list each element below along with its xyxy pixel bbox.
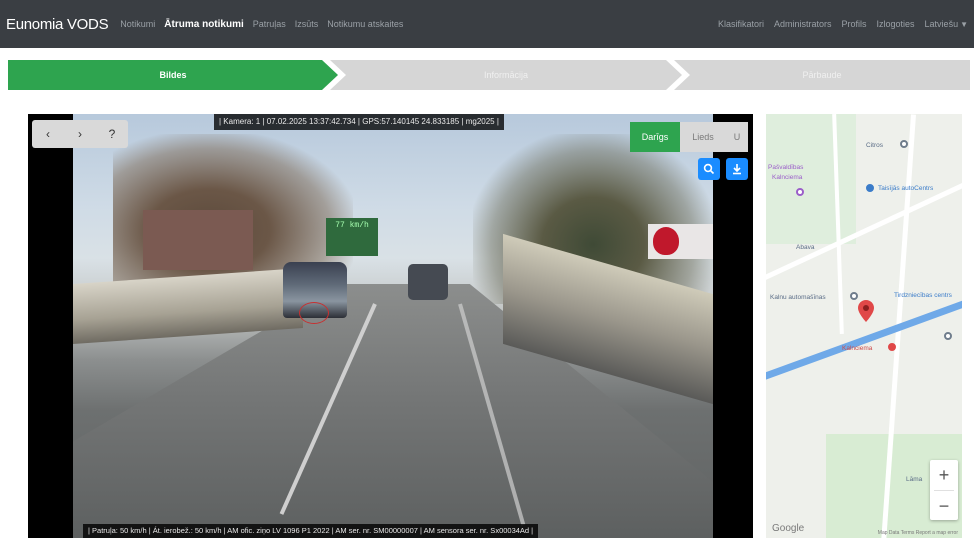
nav-item-atruma-notikumi[interactable]: Ātruma notikumi bbox=[164, 19, 243, 30]
camera-image-viewer[interactable]: 77 km/h | Kamera: 1 | 07.02.2025 13:37:4… bbox=[28, 114, 753, 538]
map-poi-icon bbox=[944, 332, 952, 340]
map-label: Taisījās autoCentrs bbox=[878, 185, 934, 192]
map-label: Tirdzniecības centrs bbox=[894, 292, 952, 299]
nav-item-notikumu-atskaites[interactable]: Notikumu atskaites bbox=[327, 19, 403, 29]
scene-vehicle-other bbox=[408, 264, 448, 300]
map-label: Kalnu automašīnas bbox=[770, 294, 826, 301]
nav-item-izlogoties[interactable]: Izlogoties bbox=[877, 19, 915, 29]
toggle-valid-button[interactable]: Darīgs bbox=[630, 122, 680, 152]
map-label: Lāma bbox=[906, 476, 923, 483]
scene-building bbox=[143, 210, 253, 270]
wizard-steps: Bildes Informācija Pārbaude bbox=[8, 60, 970, 90]
map-poi-icon bbox=[866, 184, 874, 192]
brand-title[interactable]: Eunomia VODS bbox=[6, 16, 109, 33]
nav-item-izsuts[interactable]: Izsūts bbox=[295, 19, 319, 29]
search-icon bbox=[703, 163, 715, 175]
map-label: Kalnciema bbox=[772, 174, 803, 181]
language-dropdown[interactable]: Latviešu ▼ bbox=[925, 19, 968, 29]
target-marker-circle bbox=[299, 302, 329, 324]
map-poi-icon bbox=[850, 292, 858, 300]
map-label: Abava bbox=[796, 244, 815, 251]
language-label: Latviešu bbox=[924, 19, 959, 29]
camera-frame-image: 77 km/h bbox=[73, 114, 713, 538]
prev-image-button[interactable]: ‹ bbox=[32, 120, 64, 148]
speed-display-sign: 77 km/h bbox=[326, 218, 378, 256]
camera-info-bar: | Kamera: 1 | 07.02.2025 13:37:42.734 | … bbox=[214, 114, 504, 130]
top-navbar: Eunomia VODS Notikumi Ātruma notikumi Pa… bbox=[0, 0, 974, 48]
google-logo: Google bbox=[772, 523, 805, 534]
validity-toggle: Darīgs Lieds U bbox=[630, 122, 748, 152]
map-footer-links[interactable]: Map Data Terms Report a map error bbox=[878, 530, 958, 536]
zoom-search-button[interactable] bbox=[698, 158, 720, 180]
map-label: Pašvaldības bbox=[768, 164, 804, 171]
map-label: Kalnciema bbox=[842, 345, 873, 352]
heart-icon bbox=[653, 227, 679, 255]
map-zoom-control: + − bbox=[930, 460, 958, 520]
nav-left: Notikumi Ātruma notikumi Patruļas Izsūts… bbox=[120, 19, 403, 30]
nav-item-notikumi[interactable]: Notikumi bbox=[120, 19, 155, 29]
step-parbaude[interactable]: Pārbaude bbox=[674, 60, 970, 90]
toggle-aux-button[interactable]: U bbox=[726, 122, 748, 152]
download-button[interactable] bbox=[726, 158, 748, 180]
location-marker-icon bbox=[858, 300, 874, 322]
nav-item-profils[interactable]: Profils bbox=[842, 19, 867, 29]
measurement-info-bar: | Patruļa: 50 km/h | Át. ierobež.: 50 km… bbox=[83, 524, 539, 538]
help-button[interactable]: ? bbox=[96, 120, 128, 148]
nav-item-patrulas[interactable]: Patruļas bbox=[253, 19, 286, 29]
download-icon bbox=[733, 164, 741, 175]
nav-item-administrators[interactable]: Administrators bbox=[774, 19, 832, 29]
location-map[interactable]: Citros Pašvaldības Kalnciema Taisījās au… bbox=[766, 114, 962, 538]
step-informacija[interactable]: Informācija bbox=[330, 60, 682, 90]
nav-right: Klasifikatori Administrators Profils Izl… bbox=[718, 19, 968, 29]
zoom-in-button[interactable]: + bbox=[930, 460, 958, 490]
toggle-invalid-button[interactable]: Lieds bbox=[680, 122, 726, 152]
map-label: Citros bbox=[866, 142, 883, 149]
map-poi-icon bbox=[796, 188, 804, 196]
chevron-down-icon: ▼ bbox=[960, 20, 968, 29]
nav-item-klasifikatori[interactable]: Klasifikatori bbox=[718, 19, 764, 29]
next-image-button[interactable]: › bbox=[64, 120, 96, 148]
map-poi-icon bbox=[888, 343, 896, 351]
zoom-out-button[interactable]: − bbox=[930, 491, 958, 521]
image-nav-group: ‹ › ? bbox=[32, 120, 128, 148]
step-bildes[interactable]: Bildes bbox=[8, 60, 338, 90]
map-poi-icon bbox=[900, 140, 908, 148]
